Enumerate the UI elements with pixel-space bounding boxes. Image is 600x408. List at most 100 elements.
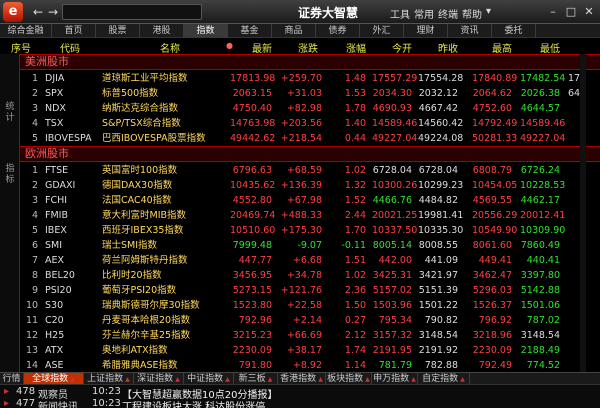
row-seq: 3 <box>31 103 38 114</box>
nav-tab-2[interactable]: 股票 <box>96 24 140 38</box>
row-name: 纳斯达克综合指数 <box>102 103 179 114</box>
nav-tab-5[interactable]: 基金 <box>228 24 272 38</box>
nav-tab-0[interactable]: 综合金融 <box>0 24 52 38</box>
row-prev: 19981.41 <box>418 210 464 221</box>
row-pct: 1.32 <box>344 180 366 191</box>
row-open: 14589.46 <box>372 118 418 129</box>
table-row[interactable]: 2 GDAXI 德国DAX30指数 10435.62 +136.39 1.32 10300.… <box>20 178 600 193</box>
search-input[interactable] <box>62 4 202 20</box>
table-row[interactable]: 6 SMI 瑞士SMI指数 7999.48 -9.07 -0.11 8005.14 8008.… <box>20 238 600 253</box>
maximize-icon[interactable]: □ <box>564 5 578 19</box>
nav-tab-6[interactable]: 商品 <box>272 24 316 38</box>
row-name: 意大利富时MIB指数 <box>102 210 187 221</box>
row-code: GDAXI <box>45 180 76 191</box>
back-arrow-icon[interactable]: ← <box>30 5 46 19</box>
ticker-dot-icon: ▸ <box>4 398 10 408</box>
table-row[interactable]: 2 SPX 标普500指数 2063.15 +31.03 1.53 2034.30 2032.… <box>20 86 600 101</box>
col-low[interactable]: 最低 <box>530 40 560 55</box>
row-latest: 447.77 <box>238 255 272 266</box>
table-row[interactable]: 4 TSX S&P/TSX综合指数 14763.98 +203.56 1.40 14589.… <box>20 116 600 131</box>
title-bar: e ← → 证券大智慧 工具 常用 终端 帮助 ▾ – □ ✕ <box>0 0 600 24</box>
row-change: +82.98 <box>286 103 322 114</box>
row-name: 葡萄牙PSI20指数 <box>102 285 177 296</box>
table-row[interactable]: 3 NDX 纳斯达克综合指数 4750.40 +82.98 1.78 4690.93 4667… <box>20 101 600 116</box>
row-low: 5142.88 <box>520 285 560 296</box>
row-seq: 4 <box>31 118 38 129</box>
row-code: FMIB <box>45 210 68 221</box>
menu-tools[interactable]: 工具 <box>390 6 410 21</box>
minimize-icon[interactable]: – <box>546 5 560 19</box>
section-header: 欧洲股市 <box>20 146 600 162</box>
table-row[interactable]: 14 ASE 希腊雅典ASE指数 791.80 +8.92 1.14 781.79 782.8… <box>20 358 600 372</box>
menu-common[interactable]: 常用 <box>414 6 434 21</box>
col-seq[interactable]: 序号 <box>4 40 38 55</box>
row-pct: 1.50 <box>344 300 366 311</box>
table-row[interactable]: 9 PSI20 葡萄牙PSI20指数 5273.15 +121.76 2.36 5157.0… <box>20 283 600 298</box>
nav-tab-11[interactable]: 委托 <box>492 24 536 38</box>
table-row[interactable]: 11 C20 丹麦哥本哈根20指数 792.96 +2.14 0.27 795.34 790.… <box>20 313 600 328</box>
row-change: +22.58 <box>286 300 322 311</box>
table-row[interactable]: 7 AEX 荷兰阿姆斯特丹指数 447.77 +6.68 1.51 442.00 441.09… <box>20 253 600 268</box>
menu-dropdown-icon[interactable]: ▾ <box>486 6 491 17</box>
table-row[interactable]: 13 ATX 奥地利ATX指数 2230.09 +38.17 1.74 2191.95 219… <box>20 343 600 358</box>
nav-tab-10[interactable]: 资讯 <box>448 24 492 38</box>
row-high: 2064.62 <box>472 88 512 99</box>
menu-terminal[interactable]: 终端 <box>438 6 458 21</box>
side-tab-stats[interactable]: 统计 <box>4 102 16 124</box>
market-nav-bar: 综合金融 首页 股票 港股 指数 基金 商品 债券 外汇 理财 资讯 委托 <box>0 24 600 38</box>
row-low: 2026.38 <box>520 88 560 99</box>
col-high[interactable]: 最高 <box>482 40 512 55</box>
row-latest: 3456.95 <box>232 270 272 281</box>
table-row[interactable]: 8 BEL20 比利时20指数 3456.95 +34.78 1.02 3425.31 342… <box>20 268 600 283</box>
triangle-up-icon: ▲ <box>318 376 323 383</box>
row-open: 17557.29 <box>372 73 418 84</box>
nav-tab-8[interactable]: 外汇 <box>360 24 404 38</box>
close-icon[interactable]: ✕ <box>582 5 596 19</box>
table-row[interactable]: 12 H25 芬兰赫尔辛基25指数 3215.23 +66.69 2.12 3157.32 3… <box>20 328 600 343</box>
table-row[interactable]: 10 S30 瑞典斯德哥尔摩30指数 1523.80 +22.58 1.50 1503.96… <box>20 298 600 313</box>
row-high: 10549.90 <box>472 225 518 236</box>
vertical-scrollbar[interactable] <box>580 54 586 372</box>
col-prev[interactable]: 昨收 <box>428 40 458 55</box>
table-row[interactable]: 5 IBOVESPA 巴西IBOVESPA股票指数 49442.62 +218.54 0.… <box>20 131 600 146</box>
table-row[interactable]: 5 IBEX 西班牙IBEX35指数 10510.60 +175.30 1.70 10337… <box>20 223 600 238</box>
col-change[interactable]: 涨跌 <box>280 40 318 55</box>
col-name[interactable]: 名称 <box>160 40 180 55</box>
row-open: 3157.32 <box>372 330 412 341</box>
row-prev: 10335.30 <box>418 225 464 236</box>
table-row[interactable]: 4 FMIB 意大利富时MIB指数 20469.74 +488.33 2.44 20021.… <box>20 208 600 223</box>
table-row[interactable]: 3 FCHI 法国CAC40指数 4552.80 +67.98 1.52 4466.76 44… <box>20 193 600 208</box>
row-change: +68.59 <box>286 165 322 176</box>
ticker-headline[interactable]: 丁程建设板块大涨 科达股份涨停 <box>122 398 265 408</box>
row-seq: 12 <box>26 330 39 341</box>
row-low: 2188.49 <box>520 345 560 356</box>
side-tab-indicators[interactable]: 指标 <box>4 164 16 186</box>
row-high: 796.92 <box>478 315 512 326</box>
col-latest[interactable]: 最新 <box>230 40 272 55</box>
row-name: S&P/TSX综合指数 <box>102 118 181 129</box>
row-open: 4466.76 <box>372 195 412 206</box>
nav-tab-7[interactable]: 债券 <box>316 24 360 38</box>
menu-help[interactable]: 帮助 <box>462 6 482 21</box>
row-seq: 2 <box>31 180 38 191</box>
row-low: 4462.17 <box>520 195 560 206</box>
row-latest: 10435.62 <box>230 180 276 191</box>
table-row[interactable]: 1 FTSE 英国富时100指数 6796.63 +68.59 1.02 6728.04 67… <box>20 163 600 178</box>
forward-arrow-icon[interactable]: → <box>45 5 61 19</box>
ticker-source[interactable]: 新闻快讯 <box>38 398 78 408</box>
table-row[interactable]: 1 DJIA 道琼斯工业平均指数 17813.98 +259.70 1.48 17557.2… <box>20 71 600 86</box>
row-open: 781.79 <box>378 360 412 371</box>
nav-tab-9[interactable]: 理财 <box>404 24 448 38</box>
nav-tab-3[interactable]: 港股 <box>140 24 184 38</box>
row-prev: 4667.42 <box>418 103 458 114</box>
col-pct[interactable]: 涨幅 <box>336 40 366 55</box>
row-code: IBOVESPA <box>45 133 92 144</box>
nav-tab-4[interactable]: 指数 <box>184 24 228 38</box>
nav-tab-1[interactable]: 首页 <box>52 24 96 38</box>
col-code[interactable]: 代码 <box>60 40 80 55</box>
row-low: 17482.54 <box>520 73 566 84</box>
row-pct: 1.02 <box>344 270 366 281</box>
col-open[interactable]: 今开 <box>382 40 412 55</box>
row-low: 14589.46 <box>520 118 566 129</box>
row-seq: 9 <box>31 285 38 296</box>
